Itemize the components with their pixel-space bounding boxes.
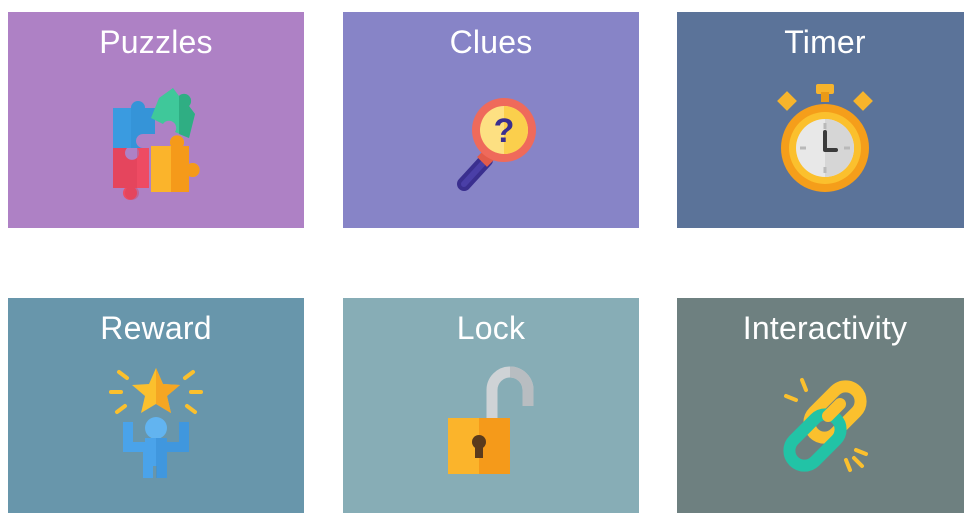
tile-lock[interactable]: Lock xyxy=(343,298,639,513)
puzzle-pieces-icon xyxy=(101,80,211,200)
person-star-reward-icon xyxy=(101,366,211,486)
tile-label: Lock xyxy=(456,310,526,346)
chain-link-icon xyxy=(770,366,880,486)
tile-label: Puzzles xyxy=(99,24,213,60)
stopwatch-icon xyxy=(770,80,880,200)
feature-grid: Puzzles Clues ? Timer Reward Lock Intera… xyxy=(0,0,964,513)
tile-label: Interactivity xyxy=(742,310,908,346)
tile-clues[interactable]: Clues ? xyxy=(343,12,639,228)
tile-timer[interactable]: Timer xyxy=(677,12,964,228)
svg-text:?: ? xyxy=(494,112,515,150)
open-padlock-icon xyxy=(436,366,546,486)
tile-label: Reward xyxy=(100,310,212,346)
tile-label: Clues xyxy=(449,24,533,60)
magnifying-glass-question-icon: ? xyxy=(436,80,546,200)
tile-interactivity[interactable]: Interactivity xyxy=(677,298,964,513)
tile-label: Timer xyxy=(784,24,866,60)
tile-puzzles[interactable]: Puzzles xyxy=(8,12,304,228)
tile-reward[interactable]: Reward xyxy=(8,298,304,513)
